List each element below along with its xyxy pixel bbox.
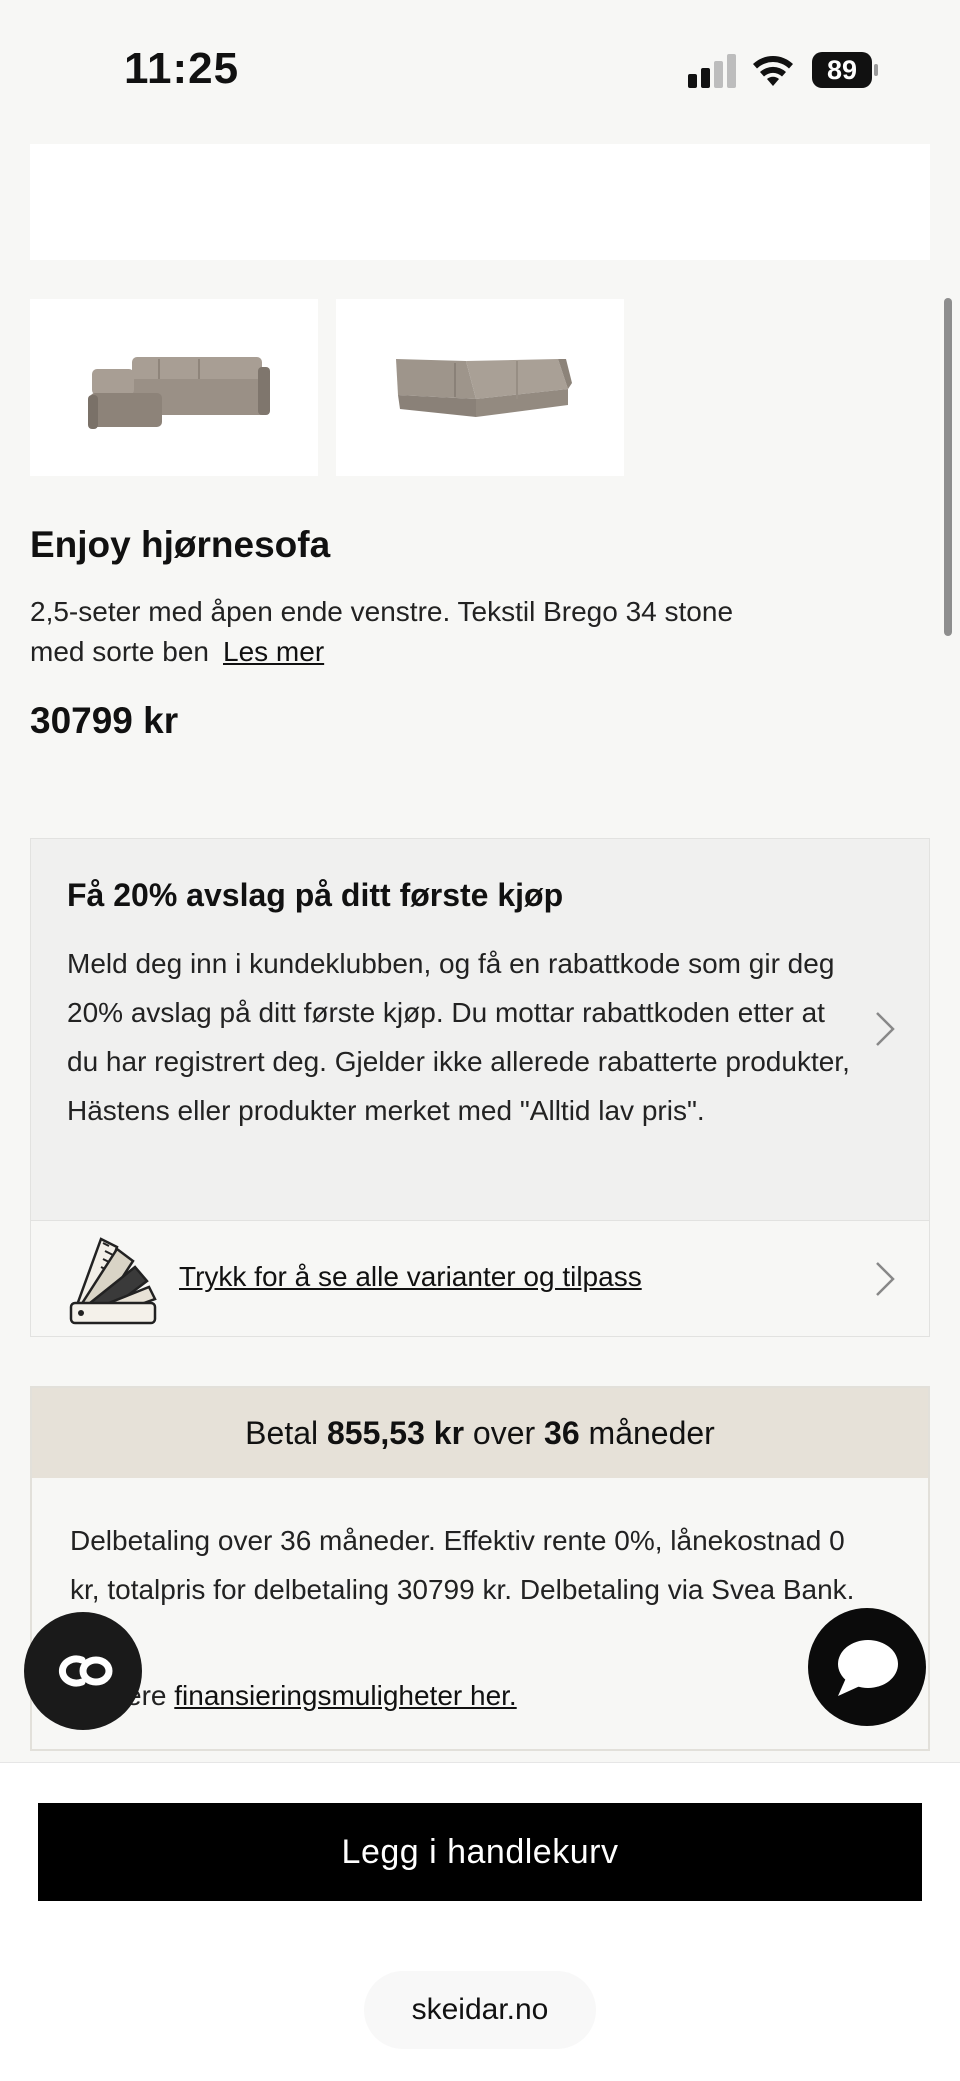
sofa-back-image xyxy=(396,359,572,417)
variants-row[interactable]: Trykk for å se alle varianter og tilpass xyxy=(30,1221,930,1337)
scrollbar[interactable] xyxy=(944,298,952,636)
promo-text: Meld deg inn i kundeklubben, og få en ra… xyxy=(67,948,850,1126)
chevron-right-icon xyxy=(876,1012,895,1046)
installment-box: Betal 855,53 kr over 36 måneder Delbetal… xyxy=(30,1386,930,1751)
add-to-cart-button[interactable]: Legg i handlekurv xyxy=(38,1803,922,1901)
product-thumbnail-1[interactable] xyxy=(30,299,318,476)
promo-card[interactable]: Få 20% avslag på ditt første kjøp Meld d… xyxy=(30,838,930,1221)
battery-icon: 89 xyxy=(812,52,878,88)
variants-link[interactable]: Trykk for å se alle varianter og tilpass xyxy=(179,1261,642,1293)
image-gallery-area xyxy=(30,144,930,260)
installment-details: Delbetaling over 36 måneder. Effektiv re… xyxy=(70,1525,855,1605)
read-more-link[interactable]: Les mer xyxy=(223,636,324,667)
status-bar: 11:25 89 xyxy=(0,0,960,140)
installment-header: Betal 855,53 kr over 36 måneder xyxy=(32,1388,928,1478)
chat-button[interactable] xyxy=(808,1608,926,1726)
fabric-swatch-icon xyxy=(69,1237,157,1325)
chat-bubble-icon xyxy=(838,1640,898,1696)
wifi-icon xyxy=(753,56,793,86)
signal-icon xyxy=(688,54,738,88)
bottom-bar: Legg i handlekurv skeidar.no xyxy=(0,1762,960,2081)
product-thumbnail-2[interactable] xyxy=(336,299,624,476)
status-time: 11:25 xyxy=(124,44,240,93)
promo-title: Få 20% avslag på ditt første kjøp xyxy=(67,877,564,913)
product-price: 30799 kr xyxy=(30,700,179,741)
battery-level: 89 xyxy=(812,52,872,88)
financing-link[interactable]: finansieringsmuligheter her. xyxy=(174,1680,516,1711)
chevron-right-icon xyxy=(876,1262,895,1296)
co-logo-icon xyxy=(58,1655,113,1687)
loyalty-button[interactable] xyxy=(24,1612,142,1730)
product-description: 2,5-seter med åpen ende venstre. Tekstil… xyxy=(30,592,790,672)
browser-url-bar[interactable]: skeidar.no xyxy=(364,1971,596,2049)
sofa-front-image xyxy=(88,357,270,429)
installment-months: 36 xyxy=(544,1415,580,1451)
installment-amount: 855,53 kr xyxy=(327,1415,465,1451)
product-title: Enjoy hjørnesofa xyxy=(30,524,331,565)
product-description-text: 2,5-seter med åpen ende venstre. Tekstil… xyxy=(30,596,734,667)
